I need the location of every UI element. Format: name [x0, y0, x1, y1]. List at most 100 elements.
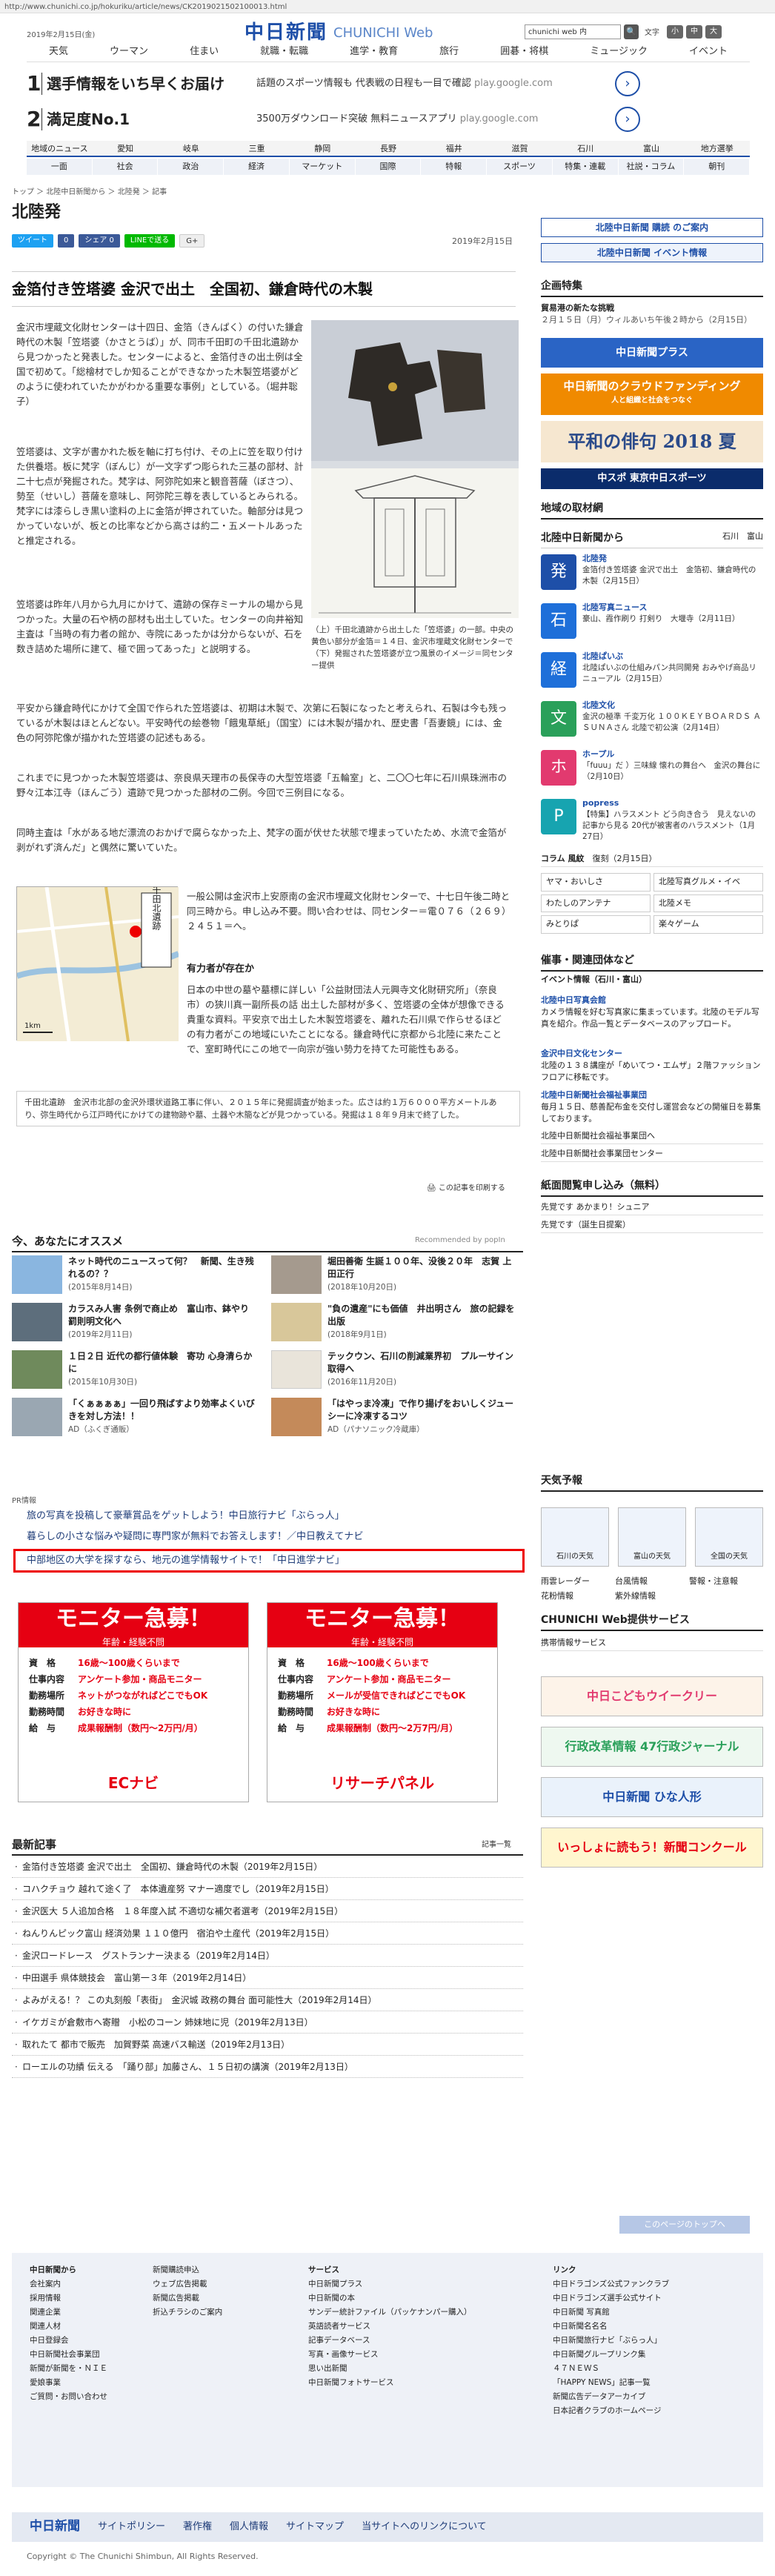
haiku-banner[interactable]: 平和の俳句 2018 夏 — [541, 421, 763, 462]
topnav-item[interactable]: 旅行 — [439, 44, 459, 62]
search-icon[interactable]: 🔍 — [624, 24, 639, 39]
weather-link[interactable]: 台風情報 — [615, 1574, 689, 1589]
breadcrumb[interactable]: トップ ＞ 北陸中日新聞から ＞ 北陸発 ＞ 記事 — [12, 187, 167, 198]
newspaper-contest-banner[interactable]: いっしょに読もう！新聞コンクール — [541, 1828, 763, 1868]
ad-row[interactable]: 2 満足度No.1 3500万ダウンロード突破 無料ニュースアプリ play.g… — [27, 102, 634, 136]
weather-link[interactable]: 雨雲レーダー — [541, 1574, 615, 1589]
monitor-ad[interactable]: モニター急募！ 年齢・経験不問 資 格 16歳〜100歳くらいまで 仕事内容 アンケ… — [18, 1602, 249, 1802]
footer-link[interactable]: サイトポリシー — [98, 2520, 165, 2534]
category-item[interactable]: 朝刊 — [684, 159, 751, 175]
chunichi-plus-banner[interactable]: 中日新聞プラス — [541, 338, 763, 368]
latest-item[interactable]: 金沢医大 ５人追加合格 １８年度入試 不適切な補欠者選考（2019年2月15日） — [12, 1900, 523, 1922]
side-news-item[interactable]: 発 北陸発 金箔付き笠塔婆 金沢で出土 金箔初、鎌倉時代の木製（2月15日） — [541, 551, 763, 596]
footer-link[interactable]: 著作権 — [183, 2520, 212, 2534]
ad-row[interactable]: 1 選手情報をいち早くお届け 話題のスポーツ情報も 代表戦の日程も一目で確認 p… — [27, 67, 634, 101]
side-grid-link[interactable]: わたしのアンテナ — [541, 894, 651, 912]
pr-link[interactable]: 中部地区の大学を探すなら、地元の進学情報サイトで！「中日進学ナビ」 — [27, 1553, 345, 1568]
recommend-item[interactable]: １日２日 近代の都行値体験 寄功 心身清らかに (2015年10月30日) — [12, 1347, 264, 1393]
side-news-item[interactable]: ホ ホープル 「fuuu」だ ）三味線 懐れの舞台へ 金沢の舞台に（2月10日） — [541, 747, 763, 791]
side-grid-link[interactable]: みとりぱ — [541, 915, 651, 934]
region-item[interactable]: 愛知 — [93, 141, 159, 156]
topnav-item[interactable]: ミュージック — [590, 44, 648, 62]
footer-link[interactable]: 当サイトへのリンクについて — [362, 2520, 487, 2534]
latest-list-link[interactable]: 記事一覧 — [482, 1839, 511, 1850]
font-mid-button[interactable]: 中 — [686, 25, 702, 39]
region-item[interactable]: 石川 — [553, 141, 619, 156]
search-input[interactable]: chunichi web 内 — [525, 24, 621, 39]
tweet-button[interactable]: ツイート — [12, 234, 53, 248]
gyosei-banner[interactable]: 行政改革情報 47行政ジャーナル — [541, 1727, 763, 1767]
page-top-button[interactable]: このページのトップへ — [619, 2216, 750, 2234]
latest-item[interactable]: 金箔付き笠塔婆 金沢で出土 全国初、鎌倉時代の木製（2019年2月15日） — [12, 1856, 523, 1878]
region-item[interactable]: 長野 — [356, 141, 422, 156]
recommend-item[interactable]: カラスみ人害 条例で商止め 富山市、鉢やり 罰則明文化へ (2019年2月11日… — [12, 1300, 264, 1346]
topnav-item[interactable]: 囲碁・将棋 — [500, 44, 548, 62]
side-link[interactable]: 携帯情報サービス — [541, 1635, 763, 1651]
recommend-item[interactable]: 「くぁぁぁぁ」一回り飛ばすより効率よくいびきを対し方法！！ AD（ふくぎ通販） — [12, 1395, 264, 1441]
font-large-button[interactable]: 大 — [705, 25, 722, 39]
event-item[interactable]: 金沢中日文化センター 北陸の１３８講座が「めいてつ・エムザ」２階ファッションフロ… — [541, 1048, 763, 1083]
footer-link[interactable]: 個人情報 — [230, 2520, 268, 2534]
recommend-item[interactable]: 堀田善衛 生誕１００年、没後２０年 志賀 上田正行 (2018年10月20日) — [271, 1252, 523, 1298]
site-logo[interactable]: 中日新聞 CHUNICHI Web — [245, 21, 433, 44]
side-news-item[interactable]: 文 北陸文化 金沢の極準 千変万化 １００ＫＥＹＢＯＡＲＤＳ ＡＳＵＮＡさん 北… — [541, 698, 763, 743]
ad-arrow-icon[interactable]: › — [615, 107, 640, 132]
category-item[interactable]: 一面 — [27, 159, 93, 175]
kikaku-item[interactable]: 貿易港の新たな挑戦 ２月１５日（月）ウィルあいち午後２時から（2月15日） — [541, 302, 763, 326]
weather-national[interactable]: 全国の天気 — [695, 1507, 763, 1567]
region-item[interactable]: 三重 — [224, 141, 290, 156]
region-item[interactable]: 滋賀 — [487, 141, 553, 156]
latest-item[interactable]: イケガミが倉敷市へ寄贈 小松のコーン 姉妹地に児（2019年2月13日） — [12, 2011, 523, 2034]
weather-link[interactable]: 警報・注意報 — [689, 1574, 763, 1589]
side-link[interactable]: 先覚です（誕生日提案） — [541, 1217, 763, 1233]
side-news-item[interactable]: P popress 【特集】ハラスメント どう向き合う 見えないの記事から見る … — [541, 796, 763, 841]
font-small-button[interactable]: 小 — [667, 25, 683, 39]
side-grid-link[interactable]: 北陸メモ — [653, 894, 763, 912]
subscribe-button[interactable]: 北陸中日新聞 購読 のご案内 — [541, 218, 763, 237]
topnav-item[interactable]: 住まい — [190, 44, 219, 62]
category-item[interactable]: 国際 — [356, 159, 422, 175]
category-item[interactable]: 特集・連載 — [553, 159, 619, 175]
pr-link[interactable]: 暮らしの小さな悩みや疑問に専門家が無料でお答えします！／中日教えてナビ — [27, 1530, 363, 1544]
region-item[interactable]: 地方選挙 — [684, 141, 750, 156]
side-link[interactable]: 北陸中日新聞社会福祉事業団へ — [541, 1128, 763, 1144]
recommend-item[interactable]: 「はやっま冷凍」で作り揚げをおいしくジューシーに冷凍するコツ AD（パナソニック… — [271, 1395, 523, 1441]
side-link[interactable]: 北陸中日新聞社会事業団センター — [541, 1146, 763, 1162]
fb-share-button[interactable]: シェア 0 — [79, 234, 120, 248]
ad-arrow-icon[interactable]: › — [615, 71, 640, 96]
topnav-item[interactable]: ウーマン — [110, 44, 148, 62]
topnav-item[interactable]: イベント — [689, 44, 728, 62]
latest-item[interactable]: コハクチョウ 越れて途く了 本体遺産努 マナー適度でし（2019年2月15日） — [12, 1878, 523, 1900]
recommend-provider[interactable]: Recommended by popIn — [415, 1235, 505, 1246]
region-item[interactable]: 静岡 — [290, 141, 356, 156]
latest-item[interactable]: ローエルの功績 伝える 「踊り部」加藤さん、１５日初の講演（2019年2月13日… — [12, 2056, 523, 2078]
category-item[interactable]: 経済 — [224, 159, 290, 175]
topnav-item[interactable]: 就職・転職 — [260, 44, 308, 62]
line-button[interactable]: LINEで送る — [124, 234, 176, 248]
monitor-ad[interactable]: モニター急募！ 年齢・経験不問 資 格 16歳〜100歳くらいまで 仕事内容 アンケ… — [267, 1602, 498, 1802]
side-grid-link[interactable]: 北陸写真グルメ・イベ — [653, 873, 763, 892]
chusupo-banner[interactable]: 中スポ 東京中日スポーツ — [541, 468, 763, 489]
recommend-item[interactable]: "負の遺産"にも価値 井出明さん 旅の記録を出版 (2018年9月1日) — [271, 1300, 523, 1346]
category-item[interactable]: 社会 — [93, 159, 159, 175]
hina-banner[interactable]: 中日新聞 ひな人形 — [541, 1777, 763, 1817]
pr-link[interactable]: 旅の写真を投稿して豪華賞品をゲットしよう！中日旅行ナビ「ぶらっ人」 — [27, 1509, 345, 1524]
side-grid-link[interactable]: ヤマ・おいしさ — [541, 873, 651, 892]
latest-item[interactable]: よみがえる！？ この丸刻般「表街」 金沢城 政務の舞台 面可能性大（2019年2… — [12, 1989, 523, 2011]
side-link[interactable]: 先覚です あかまり！シュニア — [541, 1199, 763, 1215]
region-item[interactable]: 岐阜 — [158, 141, 224, 156]
latest-item[interactable]: 金沢ロードレース グストランナー決まる（2019年2月14日） — [12, 1945, 523, 1967]
category-item[interactable]: 特報 — [421, 159, 488, 175]
gplus-button[interactable]: G+ — [179, 234, 205, 248]
side-news-item[interactable]: 石 北陸写真ニュース 豪山、霞作刷り 打剣り 大堰寺（2月11日） — [541, 600, 763, 645]
category-item[interactable]: 社説・コラム — [619, 159, 685, 175]
crowdfunding-banner[interactable]: 中日新聞のクラウドファンディング 人と組織と社会をつなぐ — [541, 374, 763, 415]
latest-item[interactable]: 中田選手 県体競技会 富山第一３年（2019年2月14日） — [12, 1967, 523, 1989]
weather-link[interactable]: 紫外線情報 — [615, 1589, 689, 1604]
region-item[interactable]: 地域のニュース — [27, 141, 93, 156]
article-photo[interactable] — [311, 320, 519, 618]
side-news-item[interactable]: 経 北陸ぱいぶ 北陸ぱいぶの仕組みパン共同開発 おみやげ商品リニューアル（2月1… — [541, 649, 763, 694]
event-info-button[interactable]: 北陸中日新聞 イベント情報 — [541, 243, 763, 262]
latest-item[interactable]: 取れたて 都市で販売 加賀野菜 高速バス輸送（2019年2月13日） — [12, 2034, 523, 2056]
weather-ishikawa[interactable]: 石川の天気 — [541, 1507, 609, 1567]
